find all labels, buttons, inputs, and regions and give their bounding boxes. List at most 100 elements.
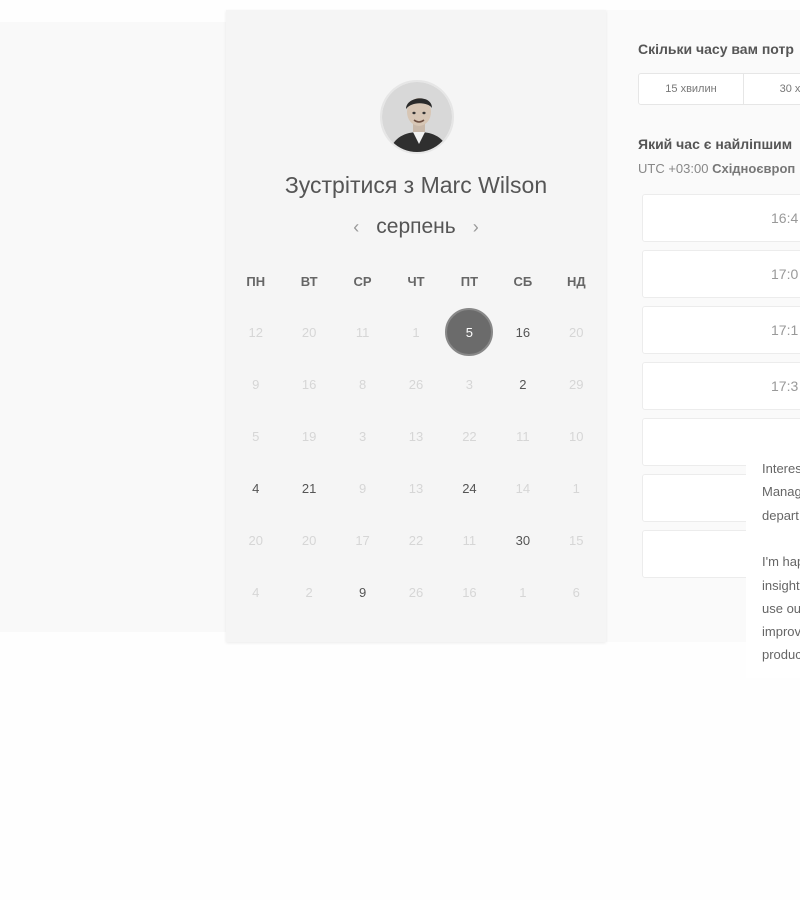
- timezone-name: Східноєвроп: [712, 161, 796, 176]
- calendar-day[interactable]: 2: [496, 358, 549, 410]
- popup-text-line: insight: [762, 577, 800, 593]
- popup-text-line: I'm hap: [762, 554, 800, 570]
- chevron-left-icon[interactable]: ‹: [350, 217, 362, 238]
- calendar-day: 2: [282, 566, 335, 618]
- calendar-day: 6: [550, 566, 603, 618]
- calendar-day-label: 1: [412, 324, 420, 340]
- calendar-day: 15: [550, 514, 603, 566]
- duration-option[interactable]: 15 хвилин: [639, 74, 744, 104]
- calendar-day: 22: [389, 514, 442, 566]
- calendar-day: 3: [336, 410, 389, 462]
- calendar-day: 9: [336, 462, 389, 514]
- host-card: Зустрітися з Marc Wilson ‹ серпень › ПН В…: [226, 10, 606, 642]
- calendar-day: 8: [336, 358, 389, 410]
- month-label: серпень: [376, 215, 456, 238]
- calendar-day-label: 20: [301, 532, 317, 548]
- time-slot-label: 17:0: [771, 266, 799, 282]
- chevron-right-icon[interactable]: ›: [470, 217, 482, 238]
- calendar-day[interactable]: 24: [443, 462, 496, 514]
- calendar-day: 16: [443, 566, 496, 618]
- calendar-day: 13: [389, 410, 442, 462]
- popup-text-line: Interes: [762, 461, 800, 476]
- calendar-day-label: 16: [462, 584, 477, 600]
- calendar-day: 9: [229, 358, 282, 410]
- calendar-day-label: 5: [252, 428, 260, 444]
- calendar-day-label: 1: [519, 584, 527, 600]
- calendar-day: 16: [282, 358, 335, 410]
- calendar-day-label: 22: [462, 428, 477, 444]
- time-slot-button[interactable]: 17:0: [642, 250, 800, 298]
- time-slot-button[interactable]: 17:3: [642, 362, 800, 410]
- calendar-day-label: 4: [252, 480, 260, 496]
- weekday-label: СР: [353, 274, 372, 289]
- weekday-header: ПН ВТ СР ЧТ ПТ СБ НД: [229, 274, 603, 289]
- calendar-grid: 12 20 11 1 5 16 20 9 16 8 26 3 2 29 5 19 3 13 22 11 10 4 21 9 13…: [229, 306, 603, 618]
- popup-text-line: depart: [762, 507, 799, 523]
- time-slot-button[interactable]: 17:1: [642, 306, 800, 354]
- calendar-day-label: 26: [408, 584, 424, 600]
- calendar-day-label: 22: [408, 532, 424, 548]
- host-description-popup: Interes Manag depart I'm hap insight use ou im…: [746, 450, 800, 678]
- calendar-day-label: 14: [515, 480, 531, 496]
- calendar-day: 26: [389, 358, 442, 410]
- calendar-day: 13: [389, 462, 442, 514]
- calendar-day[interactable]: 21: [282, 462, 335, 514]
- calendar-day-label: 19: [301, 428, 317, 444]
- calendar-day[interactable]: 30: [496, 514, 549, 566]
- calendar-day: 1: [550, 462, 603, 514]
- calendar-day: 3: [443, 358, 496, 410]
- time-slot-button[interactable]: 16:4: [642, 194, 800, 242]
- calendar-day-label: 8: [358, 376, 367, 392]
- popup-text-line: produc: [762, 647, 800, 663]
- calendar-day-label: 20: [569, 324, 584, 340]
- calendar-day: 17: [336, 514, 389, 566]
- calendar-day-label: 3: [358, 428, 367, 444]
- calendar-day-label: 11: [516, 428, 530, 444]
- calendar-day[interactable]: 4: [229, 462, 282, 514]
- page-title: Зустрітися з Marc Wilson: [284, 172, 548, 198]
- time-slot-label: 17:3: [771, 378, 799, 394]
- calendar-day: 12: [229, 306, 282, 358]
- calendar-day: 20: [229, 514, 282, 566]
- calendar-day: 11: [496, 410, 549, 462]
- calendar-day: 19: [282, 410, 335, 462]
- calendar-day-label: 10: [569, 428, 584, 444]
- calendar-day: 22: [443, 410, 496, 462]
- time-slot-label: 17:1: [771, 322, 799, 338]
- calendar-day: 5: [229, 410, 282, 462]
- avatar: [380, 80, 454, 154]
- timezone-label[interactable]: UTC +03:00 Східноєвроп: [638, 161, 795, 176]
- calendar-day-label: 16: [301, 376, 317, 392]
- weekday-label: СБ: [513, 274, 533, 289]
- calendar-day: 20: [550, 306, 603, 358]
- weekday-label: ПН: [246, 274, 266, 289]
- calendar-day[interactable]: 9: [336, 566, 389, 618]
- popup-text-line: improv: [762, 624, 800, 640]
- calendar-day: 11: [443, 514, 496, 566]
- host-photo: [382, 82, 452, 152]
- calendar-day-label: 26: [408, 376, 424, 392]
- calendar-day-label: 1: [572, 480, 580, 496]
- calendar-day-label: 29: [569, 376, 584, 392]
- calendar-day-label: 2: [519, 376, 527, 392]
- calendar-day-label: 13: [408, 428, 424, 444]
- weekday-label: ЧТ: [407, 274, 425, 289]
- calendar-day[interactable]: 16: [496, 306, 549, 358]
- calendar-day-label: 2: [305, 584, 313, 600]
- duration-option[interactable]: 30 хви: [744, 74, 800, 104]
- time-question: Який час є найліпшим: [638, 136, 793, 152]
- calendar-day: 20: [282, 306, 335, 358]
- calendar-day: 1: [496, 566, 549, 618]
- calendar-day: 26: [389, 566, 442, 618]
- month-navigator: ‹ серпень ›: [226, 215, 606, 239]
- calendar-day-label: 11: [462, 532, 477, 548]
- calendar-day-selected[interactable]: 5: [443, 306, 496, 358]
- calendar-day: 11: [336, 306, 389, 358]
- time-slot-label: 16:4: [771, 210, 799, 226]
- timezone-offset: UTC +03:00: [638, 161, 709, 176]
- calendar-day-label: 6: [572, 584, 580, 600]
- weekday-label: ВТ: [300, 274, 318, 289]
- calendar-day-label: 5: [445, 308, 494, 356]
- weekday-label: ПТ: [460, 274, 479, 289]
- calendar-day-label: 16: [515, 324, 531, 340]
